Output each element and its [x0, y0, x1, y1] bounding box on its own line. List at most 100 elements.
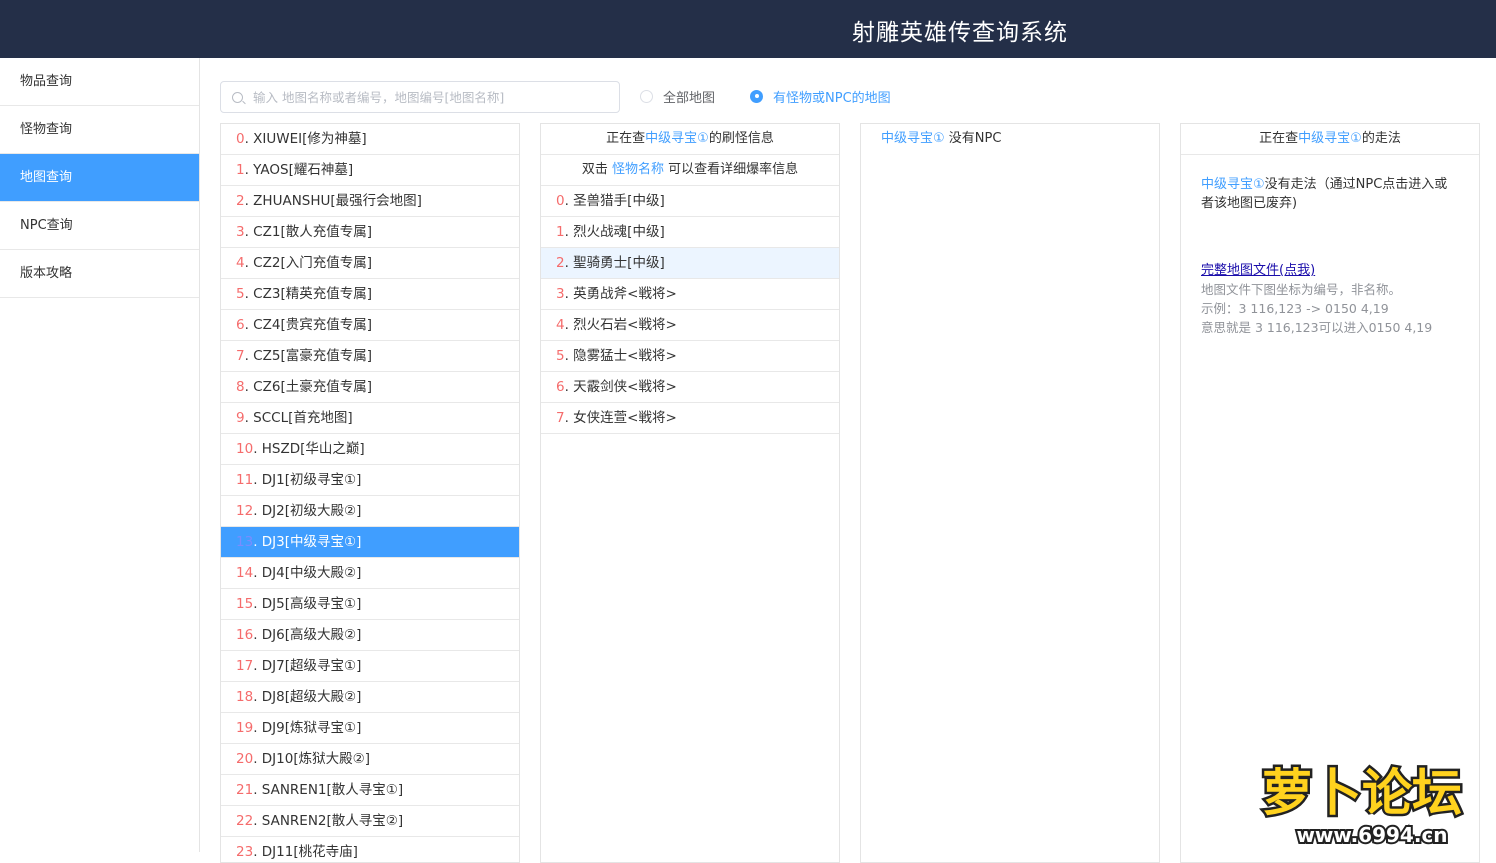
row-index: 1 [556, 224, 565, 240]
sidebar: 物品查询 怪物查询 地图查询 NPC查询 版本攻略 [0, 58, 200, 852]
monster-list-item[interactable]: 7. 女侠连萱<戦将> [541, 403, 839, 434]
row-label: . 英勇战斧<戦将> [564, 286, 677, 302]
monster-list-item[interactable]: 3. 英勇战斧<戦将> [541, 279, 839, 310]
monster-list-item[interactable]: 6. 天霰剑侠<戦将> [541, 372, 839, 403]
row-index: 4 [556, 317, 565, 333]
map-list-item[interactable]: 20. DJ10[炼狱大殿②] [221, 744, 519, 775]
map-list-item[interactable]: 2. ZHUANSHU[最强行会地图] [221, 186, 519, 217]
row-index: 11 [236, 472, 254, 488]
monster-panel: 正在查中级寻宝①的刷怪信息 双击 怪物名称 可以查看详细爆率信息 0. 圣兽猎手… [540, 123, 840, 863]
row-index: 19 [236, 720, 254, 736]
row-label: . SANREN1[散人寻宝①] [253, 782, 404, 798]
row-label: . CZ5[富豪充值专属] [244, 348, 372, 364]
map-list-panel: 0. XIUWEI[修为神墓] 1. YAOS[耀石神墓] 2. ZHUANSHU[… [220, 123, 520, 863]
row-label: . DJ8[超级大殿②] [253, 689, 362, 705]
row-index: 21 [236, 782, 254, 798]
monster-list-item[interactable]: 0. 圣兽猎手[中级] [541, 186, 839, 217]
row-index: 20 [236, 751, 254, 767]
monster-list-item[interactable]: 4. 烈火石岩<戦将> [541, 310, 839, 341]
map-list-item[interactable]: 6. CZ4[贵宾充值专属] [221, 310, 519, 341]
row-index: 4 [236, 255, 245, 271]
map-list-item[interactable]: 11. DJ1[初级寻宝①] [221, 465, 519, 496]
row-label: . 烈火石岩<戦将> [564, 317, 677, 333]
radio-monster-npc-maps[interactable]: 有怪物或NPC的地图 [750, 86, 891, 106]
map-list-item[interactable]: 15. DJ5[高级寻宝①] [221, 589, 519, 620]
map-list-item[interactable]: 7. CZ5[富豪充值专属] [221, 341, 519, 372]
map-list-item[interactable]: 1. YAOS[耀石神墓] [221, 155, 519, 186]
map-list-item[interactable]: 8. CZ6[土豪充值专属] [221, 372, 519, 403]
row-label: . 女侠连萱<戦将> [564, 410, 677, 426]
row-label: . CZ6[土豪充值专属] [244, 379, 372, 395]
svg-text:萝卜论坛: 萝卜论坛 [1262, 764, 1462, 822]
row-index: 5 [236, 286, 245, 302]
row-label: . HSZD[华山之巅] [253, 441, 365, 457]
npc-panel: 中级寻宝① 没有NPC [860, 123, 1160, 863]
row-index: 17 [236, 658, 254, 674]
sidebar-item-maps[interactable]: 地图查询 [0, 154, 199, 202]
sidebar-item-monsters[interactable]: 怪物查询 [0, 106, 199, 154]
row-index: 2 [236, 193, 245, 209]
map-list-item[interactable]: 23. DJ11[桃花寺庙] [221, 837, 519, 862]
row-label: . SCCL[首充地图] [244, 410, 353, 426]
row-index: 7 [236, 348, 245, 364]
row-index: 8 [236, 379, 245, 395]
map-list-item[interactable]: 16. DJ6[高级大殿②] [221, 620, 519, 651]
radio-checked-icon [750, 89, 763, 103]
header-prefix: 正在查 [606, 131, 646, 146]
monster-list-item[interactable]: 5. 隐雾猛士<戦将> [541, 341, 839, 372]
map-list-item[interactable]: 14. DJ4[中级大殿②] [221, 558, 519, 589]
route-panel-header: 正在查中级寻宝①的走法 [1181, 124, 1479, 155]
row-index: 22 [236, 813, 254, 829]
map-list-item[interactable]: 13. DJ3[中级寻宝①] [221, 527, 519, 558]
radio-all-maps[interactable]: 全部地图 [640, 86, 715, 106]
row-index: 2 [556, 255, 565, 271]
svg-text:www.6994.cn: www.6994.cn [1296, 823, 1447, 847]
row-index: 3 [556, 286, 565, 302]
row-index: 13 [236, 534, 254, 550]
row-label: . DJ10[炼狱大殿②] [253, 751, 370, 767]
row-label: . DJ4[中级大殿②] [253, 565, 362, 581]
row-label: . DJ9[炼狱寻宝①] [253, 720, 362, 736]
watermark-logo-icon: 萝卜论坛 www.6994.cn [1260, 762, 1465, 850]
row-index: 10 [236, 441, 254, 457]
row-label: . DJ6[高级大殿②] [253, 627, 362, 643]
map-list-item[interactable]: 9. SCCL[首充地图] [221, 403, 519, 434]
hint-monster-name: 怪物名称 [611, 162, 664, 177]
map-list-item[interactable]: 12. DJ2[初级大殿②] [221, 496, 519, 527]
map-list-item[interactable]: 5. CZ3[精英充值专属] [221, 279, 519, 310]
map-list-item[interactable]: 10. HSZD[华山之巅] [221, 434, 519, 465]
hint-suffix: 可以查看详细爆率信息 [664, 162, 799, 177]
sidebar-item-guide[interactable]: 版本攻略 [0, 250, 199, 298]
row-index: 12 [236, 503, 254, 519]
map-list-item[interactable]: 4. CZ2[入门充值专属] [221, 248, 519, 279]
map-list-item[interactable]: 19. DJ9[炼狱寻宝①] [221, 713, 519, 744]
map-list-item[interactable]: 22. SANREN2[散人寻宝②] [221, 806, 519, 837]
search-input[interactable] [253, 82, 613, 112]
row-label: . DJ5[高级寻宝①] [253, 596, 362, 612]
full-map-file-link[interactable]: 完整地图文件(点我) [1201, 263, 1315, 278]
monster-list-item[interactable]: 2. 聖骑勇士[中级] [541, 248, 839, 279]
npc-map-name: 中级寻宝① [881, 131, 945, 146]
row-label: . SANREN2[散人寻宝②] [253, 813, 404, 829]
row-label: . XIUWEI[修为神墓] [244, 131, 367, 147]
map-list-item[interactable]: 21. SANREN1[散人寻宝①] [221, 775, 519, 806]
sidebar-item-items[interactable]: 物品查询 [0, 58, 199, 106]
route-note-1: 地图文件下图坐标为编号，非名称。 [1201, 282, 1402, 297]
row-label: . ZHUANSHU[最强行会地图] [244, 193, 422, 209]
route-info-map: 中级寻宝① [1201, 177, 1265, 192]
radio-all-maps-label: 全部地图 [663, 90, 716, 106]
row-index: 6 [556, 379, 565, 395]
map-list-item[interactable]: 17. DJ7[超级寻宝①] [221, 651, 519, 682]
radio-unchecked-icon [640, 89, 653, 103]
row-label: . DJ1[初级寻宝①] [253, 472, 362, 488]
route-header-prefix: 正在查 [1259, 131, 1299, 146]
map-list-item[interactable]: 18. DJ8[超级大殿②] [221, 682, 519, 713]
row-label: . 圣兽猎手[中级] [564, 193, 665, 209]
radio-monster-npc-label: 有怪物或NPC的地图 [773, 90, 891, 106]
map-list-item[interactable]: 0. XIUWEI[修为神墓] [221, 124, 519, 155]
map-list-item[interactable]: 3. CZ1[散人充值专属] [221, 217, 519, 248]
monster-list-item[interactable]: 1. 烈火战魂[中级] [541, 217, 839, 248]
row-index: 3 [236, 224, 245, 240]
sidebar-item-npc[interactable]: NPC查询 [0, 202, 199, 250]
row-label: . 天霰剑侠<戦将> [564, 379, 677, 395]
